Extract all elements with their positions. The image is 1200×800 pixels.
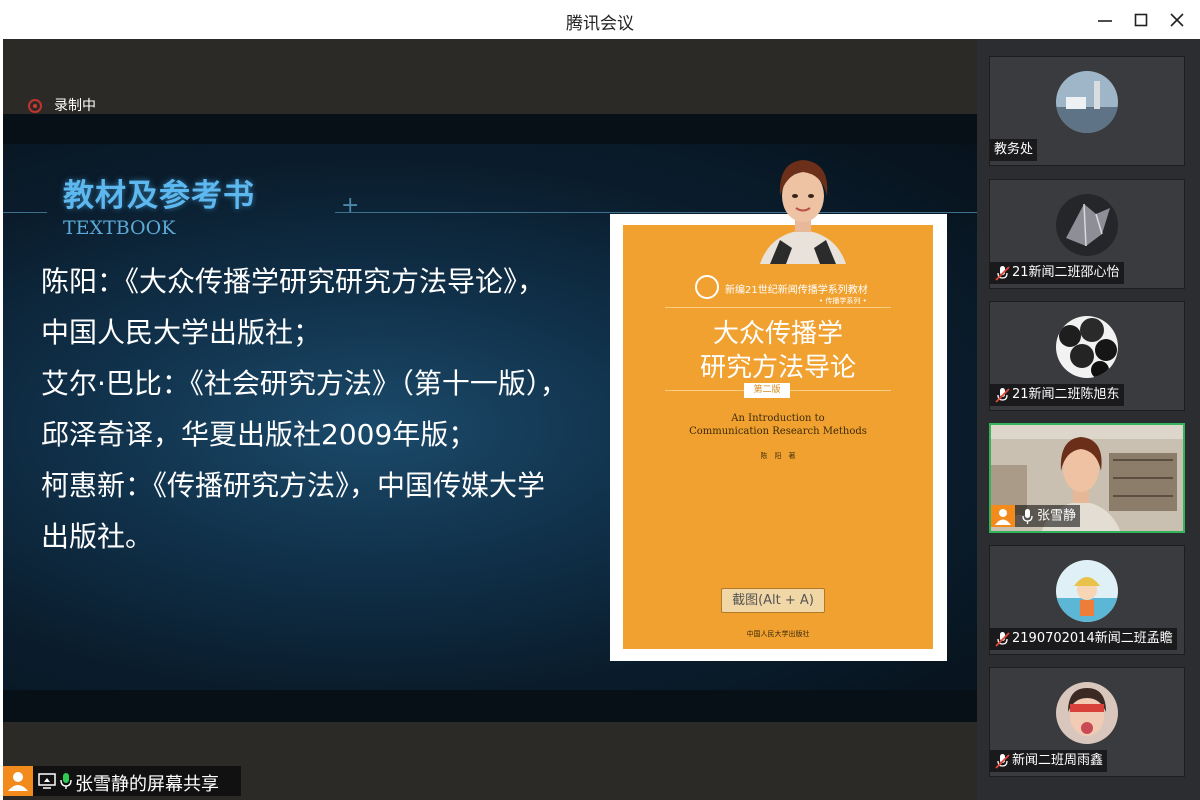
recording-indicator: 录制中 bbox=[28, 95, 96, 115]
title-divider-right bbox=[335, 212, 977, 213]
participant-tile[interactable]: 新闻二班周雨鑫 bbox=[989, 667, 1185, 777]
record-icon bbox=[28, 99, 42, 113]
participant-avatar bbox=[1056, 560, 1118, 622]
reference-line: 艾尔·巴比：《社会研究方法》（第十一版）， bbox=[41, 367, 568, 400]
reference-line: 陈阳：《大众传播学研究研究方法导论》， bbox=[41, 265, 546, 298]
participant-name: 新闻二班周雨鑫 bbox=[1012, 753, 1104, 768]
participant-name-bar: 教务处 bbox=[990, 139, 1038, 161]
book-publisher: 中国人民大学出版社 bbox=[746, 630, 810, 638]
close-button[interactable] bbox=[1165, 8, 1189, 32]
muted-microphone-icon bbox=[995, 387, 1010, 403]
microphone-icon bbox=[60, 773, 72, 789]
screen-share-text: 张雪静的屏幕共享 bbox=[75, 774, 219, 795]
book-series-sub: • 传播学系列 • bbox=[819, 297, 867, 305]
shared-screen[interactable]: 录制中 + 教材及参考书 TEXTBOOK 陈阳：《大众传播学研究研究方法导论》… bbox=[3, 39, 977, 800]
screenshot-tooltip[interactable]: 截图(Alt + A) bbox=[721, 588, 825, 613]
participant-tile[interactable]: 21新闻二班邵心怡 bbox=[989, 179, 1185, 289]
participant-avatar bbox=[1056, 194, 1118, 256]
book-edition: 第二版 bbox=[744, 383, 790, 398]
participant-name: 21新闻二班陈旭东 bbox=[1012, 387, 1120, 402]
presenter-video-overlay bbox=[740, 156, 866, 264]
muted-microphone-icon bbox=[995, 753, 1010, 769]
recording-label: 录制中 bbox=[54, 98, 96, 114]
book-author: 陈 阳 著 bbox=[760, 452, 796, 460]
reference-line: 邱泽奇译，华夏出版社2009年版； bbox=[41, 418, 477, 451]
series-emblem-icon bbox=[695, 275, 719, 299]
participant-avatar bbox=[1056, 71, 1118, 133]
reference-line: 出版社。 bbox=[41, 520, 154, 553]
slide-subtitle: TEXTBOOK bbox=[63, 217, 176, 239]
book-english-title-2: Communication Research Methods bbox=[689, 426, 867, 437]
reference-line: 中国人民大学出版社； bbox=[41, 316, 322, 349]
title-bar: 腾讯会议 bbox=[0, 0, 1200, 39]
participant-name-bar: 2190702014新闻二班孟瞻 bbox=[990, 628, 1177, 650]
participant-name-bar: 张雪静 bbox=[991, 505, 1081, 527]
participant-name: 21新闻二班邵心怡 bbox=[1012, 265, 1120, 280]
participant-name-bar: 21新闻二班邵心怡 bbox=[990, 262, 1124, 284]
screen-share-label: 张雪静的屏幕共享 bbox=[3, 766, 241, 796]
host-badge bbox=[991, 505, 1015, 527]
title-divider-left bbox=[3, 212, 47, 213]
participant-avatar bbox=[1056, 316, 1118, 378]
plus-decoration-icon: + bbox=[341, 193, 360, 218]
participant-name-bar: 新闻二班周雨鑫 bbox=[990, 750, 1108, 772]
participant-name: 教务处 bbox=[994, 142, 1034, 157]
slide-title: 教材及参考书 bbox=[63, 178, 255, 214]
participant-tile[interactable]: 2190702014新闻二班孟瞻 bbox=[989, 545, 1185, 655]
book-title-line2: 研究方法导论 bbox=[699, 353, 856, 383]
participant-name-bar: 21新闻二班陈旭东 bbox=[990, 384, 1124, 406]
participant-tile[interactable]: 教务处 bbox=[989, 56, 1185, 166]
reference-line: 柯惠新：《传播研究方法》，中国传媒大学 bbox=[41, 469, 546, 502]
minimize-button[interactable] bbox=[1093, 8, 1117, 32]
muted-microphone-icon bbox=[995, 265, 1010, 281]
book-cover-image: 新编21世纪新闻传播学系列教材 • 传播学系列 • 大众传播学 研究方法导论 第… bbox=[610, 214, 947, 661]
participant-name: 2190702014新闻二班孟瞻 bbox=[1012, 631, 1173, 646]
maximize-button[interactable] bbox=[1129, 8, 1153, 32]
participant-avatar bbox=[1056, 682, 1118, 744]
muted-microphone-icon bbox=[995, 631, 1010, 647]
close-icon bbox=[1170, 13, 1184, 27]
book-english-title-1: An Introduction to bbox=[731, 413, 825, 424]
microphone-icon bbox=[1022, 509, 1033, 524]
book-rule bbox=[665, 307, 891, 308]
book-title-line1: 大众传播学 bbox=[712, 319, 843, 349]
participant-tile[interactable]: 21新闻二班陈旭东 bbox=[989, 301, 1185, 411]
book-cover: 新编21世纪新闻传播学系列教材 • 传播学系列 • 大众传播学 研究方法导论 第… bbox=[623, 225, 933, 649]
window-title: 腾讯会议 bbox=[566, 14, 634, 34]
user-icon bbox=[8, 772, 28, 791]
sharer-avatar bbox=[3, 766, 33, 796]
participant-name: 张雪静 bbox=[1037, 508, 1077, 524]
minimize-icon bbox=[1098, 20, 1112, 22]
book-series: 新编21世纪新闻传播学系列教材 bbox=[725, 285, 868, 296]
reference-list: 陈阳：《大众传播学研究研究方法导论》， 中国人民大学出版社； 艾尔·巴比：《社会… bbox=[41, 256, 621, 562]
screen-share-icon bbox=[38, 773, 56, 789]
participant-list: 教务处 21新闻二班邵心怡 21新闻二班陈旭东 张雪静 2190702014新闻… bbox=[977, 39, 1200, 800]
maximize-icon bbox=[1134, 13, 1148, 27]
participant-tile-active[interactable]: 张雪静 bbox=[989, 423, 1185, 533]
